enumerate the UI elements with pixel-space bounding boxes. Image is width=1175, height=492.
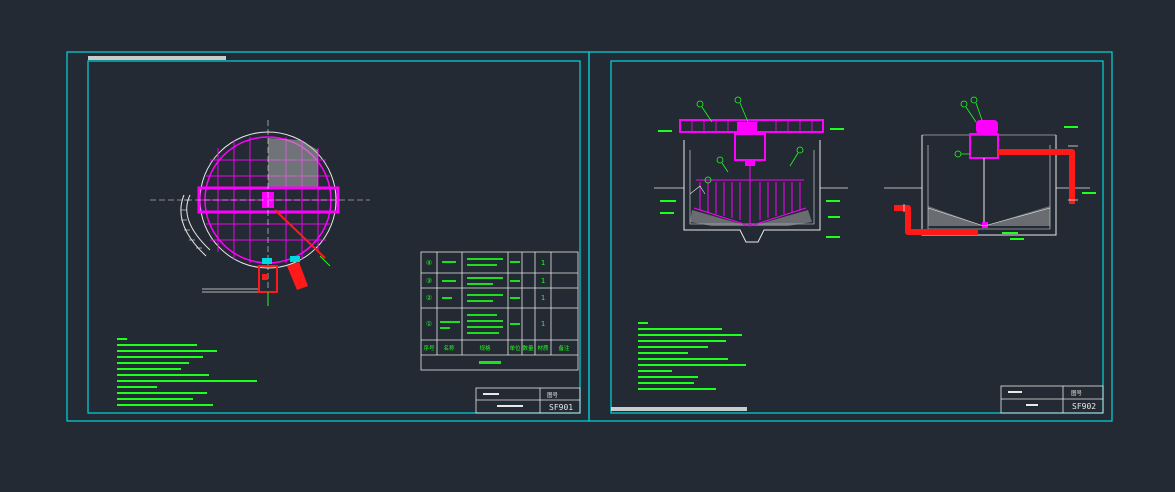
table-row-1-no: ④: [426, 259, 432, 267]
cad-drawing: ④ 1 ③ 1 ② 1 ① 1 序号 名称 规格 单位 数量 材质 备注 图号 …: [66, 51, 1113, 422]
clarifier-section-a: [654, 96, 848, 243]
clarifier-section-b: [884, 96, 1096, 240]
sheet-2-inner-frame: [610, 60, 1104, 414]
inflow-pipe: [998, 149, 1075, 204]
center-column: [969, 133, 999, 159]
sludge-pipe: [287, 262, 308, 290]
table-row-3-qty: 1: [541, 294, 545, 302]
equipment-table: ④ 1 ③ 1 ② 1 ① 1 序号 名称 规格 单位 数量 材质 备注: [420, 251, 579, 371]
sheet-2-notes: [638, 322, 746, 390]
sludge-layer-b: [928, 206, 1050, 226]
sheet-2: 图号 SF902: [588, 51, 1113, 422]
sheet-1-header-note: [88, 56, 226, 60]
sheet-1-notes: [117, 338, 257, 406]
sheet-1-inner-frame: [87, 60, 581, 414]
table-row-2-no: ③: [426, 277, 432, 285]
sheet-2-drawing-label: 图号: [1071, 389, 1083, 397]
sheet-1-drawing-label: 图号: [547, 391, 559, 399]
sheet-1: ④ 1 ③ 1 ② 1 ① 1 序号 名称 规格 单位 数量 材质 备注 图号 …: [66, 51, 590, 422]
sheet-1-outer-frame: [66, 51, 590, 422]
sheet-2-title-block: 图号 SF902: [1000, 385, 1104, 414]
table-header-unit: 单位: [509, 344, 521, 352]
table-header-qty: 数量: [522, 344, 534, 352]
sheet-2-drawing-number: SF902: [1072, 402, 1096, 411]
center-well: [734, 133, 766, 161]
table-row-1-qty: 1: [541, 259, 545, 267]
drive-unit: [976, 120, 998, 134]
sheet-1-title-block: 图号 SF901: [475, 387, 581, 414]
table-header-no: 序号: [423, 344, 435, 352]
sheet-2-footer-note: [611, 407, 747, 411]
table-row-2-qty: 1: [541, 277, 545, 285]
table-row-4-qty: 1: [541, 320, 545, 328]
table-row-4-no: ①: [426, 320, 432, 328]
table-row-3-no: ②: [426, 294, 432, 302]
hatch-area: [268, 138, 318, 188]
table-header-note: 备注: [558, 344, 570, 352]
table-header-spec: 规格: [479, 344, 491, 352]
table-header-name: 名称: [443, 344, 455, 352]
cad-drawing-viewport[interactable]: ④ 1 ③ 1 ② 1 ① 1 序号 名称 规格 单位 数量 材质 备注 图号 …: [0, 0, 1175, 488]
clarifier-plan-view: [150, 120, 370, 306]
sheet-1-drawing-number: SF901: [549, 403, 573, 412]
table-header-material: 材质: [537, 344, 549, 352]
